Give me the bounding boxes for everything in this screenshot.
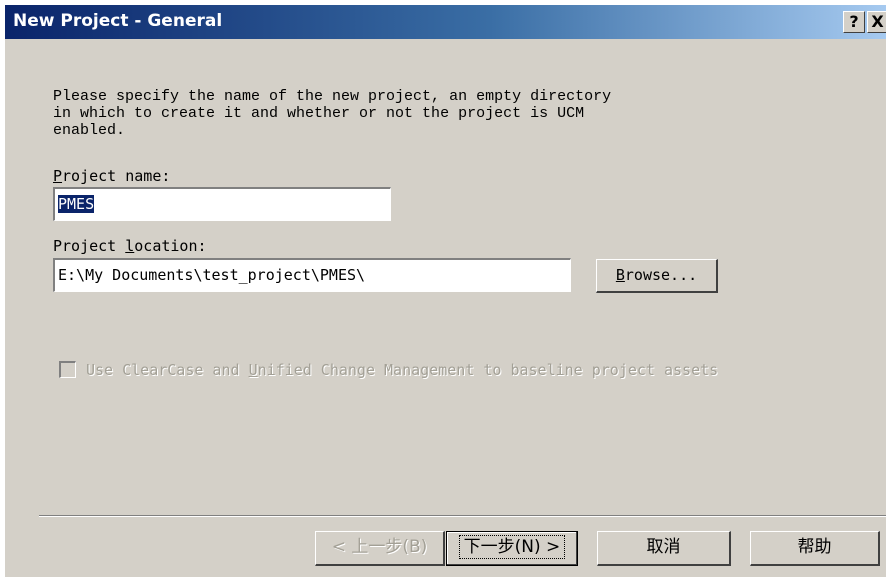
dialog-title: New Project - General xyxy=(13,11,223,31)
help-button-label: 帮助 xyxy=(797,537,832,557)
project-location-label: Project location: xyxy=(53,237,207,255)
footer-separator xyxy=(39,515,886,517)
instructions-text: Please specify the name of the new proje… xyxy=(53,88,612,139)
browse-mnemonic: B xyxy=(615,266,625,284)
ucm-label-mnemonic: U xyxy=(248,360,258,379)
ucm-label-before: Use ClearCase and xyxy=(86,360,249,379)
close-button[interactable]: X xyxy=(867,11,886,33)
project-location-value: E:\My Documents\test_project\PMES\ xyxy=(58,266,366,284)
project-location-label-after: ocation: xyxy=(134,237,207,255)
ucm-option: Use ClearCase and Unified Change Managem… xyxy=(59,359,718,379)
context-help-button[interactable]: ? xyxy=(843,11,865,33)
next-button[interactable]: 下一步(N) > xyxy=(446,531,578,566)
question-mark-icon: ? xyxy=(849,12,859,31)
browse-button[interactable]: Browse... xyxy=(596,259,718,293)
ucm-checkbox-label: Use ClearCase and Unified Change Managem… xyxy=(86,361,718,379)
close-icon: X xyxy=(871,12,884,31)
title-bar[interactable]: New Project - General ? X xyxy=(5,5,886,39)
next-button-label: 下一步(N) > xyxy=(458,535,566,559)
project-location-input[interactable]: E:\My Documents\test_project\PMES\ xyxy=(53,258,571,292)
project-name-label-text: roject name: xyxy=(62,167,171,185)
ucm-label-after: nified Change Management to baseline pro… xyxy=(257,360,719,379)
help-button[interactable]: 帮助 xyxy=(750,531,880,566)
project-name-mnemonic: P xyxy=(53,167,63,185)
new-project-dialog: New Project - General ? X Please specify… xyxy=(4,4,886,577)
browse-label: rowse... xyxy=(624,266,698,284)
project-name-value: PMES xyxy=(58,195,95,213)
project-location-label-before: Project xyxy=(53,237,126,255)
cancel-button-label: 取消 xyxy=(646,537,681,557)
project-location-mnemonic: l xyxy=(125,237,135,255)
back-button-label: < 上一步(B) xyxy=(331,537,428,557)
ucm-checkbox[interactable] xyxy=(59,361,76,378)
project-name-label: Project name: xyxy=(53,167,170,185)
back-button[interactable]: < 上一步(B) xyxy=(315,531,445,566)
project-name-input[interactable]: PMES xyxy=(53,187,391,221)
cancel-button[interactable]: 取消 xyxy=(597,531,731,566)
